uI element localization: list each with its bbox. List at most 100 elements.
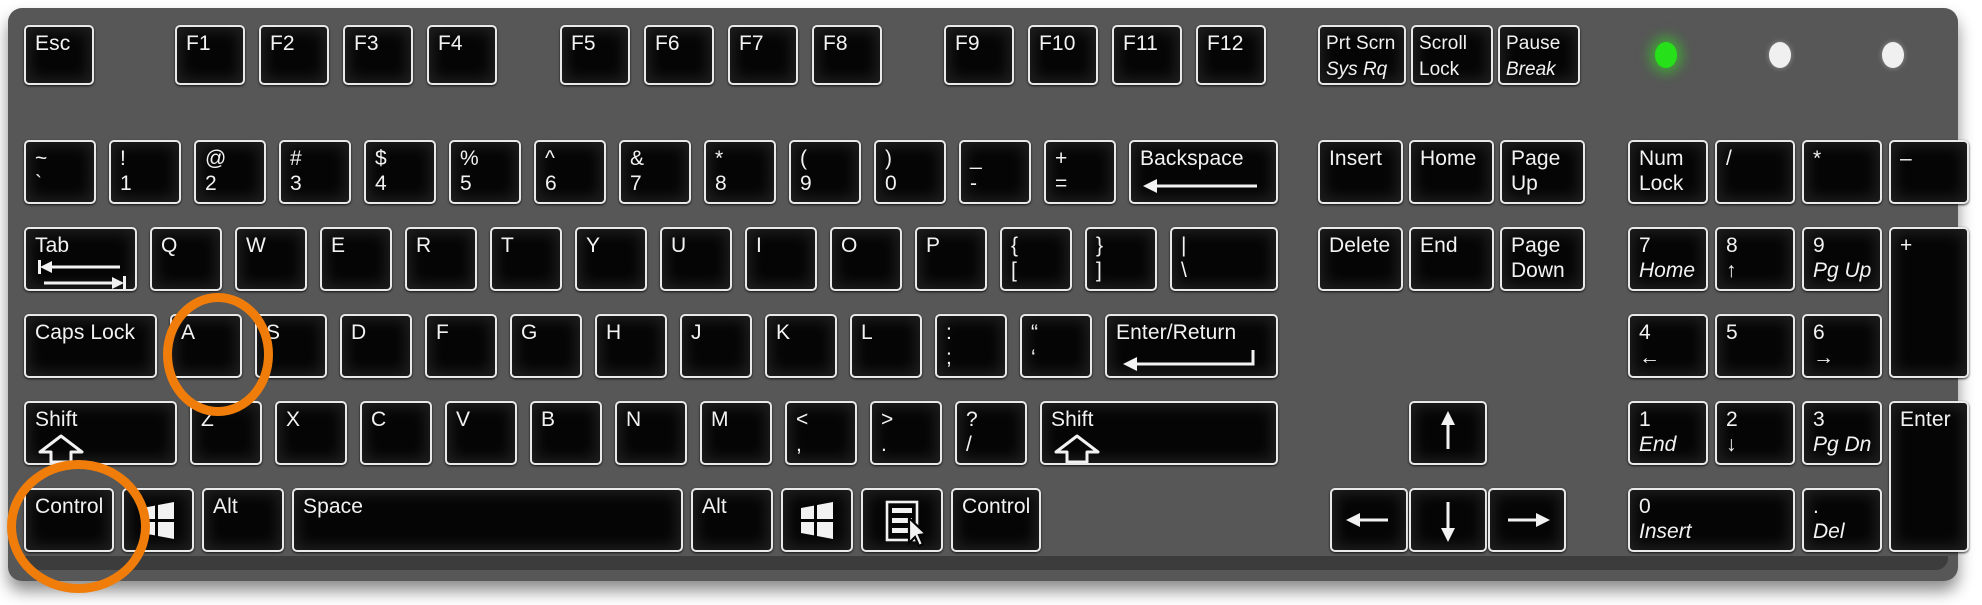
key-r[interactable]: R [405,227,477,291]
key-z[interactable]: Z [190,401,262,465]
key-f9[interactable]: F9 [944,25,1014,85]
key-f7[interactable]: F7 [728,25,798,85]
key-y[interactable]: Y [575,227,647,291]
key-g[interactable]: G [510,314,582,378]
key-c[interactable]: C [360,401,432,465]
key-f2[interactable]: F2 [259,25,329,85]
key-w[interactable]: W [235,227,307,291]
key-period[interactable]: > . [870,401,942,465]
key-i[interactable]: I [745,227,817,291]
key-numpad-2[interactable]: 2 ↓ [1715,401,1795,465]
key-numpad-4[interactable]: 4 ← [1628,314,1708,378]
key-windows-left[interactable] [122,488,194,552]
key-t[interactable]: T [490,227,562,291]
key-numpad-enter[interactable]: Enter [1889,401,1969,552]
key-left-bracket[interactable]: { [ [1000,227,1072,291]
key-b[interactable]: B [530,401,602,465]
key-a[interactable]: A [170,314,242,378]
key-arrow-down[interactable] [1409,488,1487,552]
key-6[interactable]: ^ 6 [534,140,606,204]
key-j[interactable]: J [680,314,752,378]
key-space[interactable]: Space [292,488,683,552]
key-f5[interactable]: F5 [560,25,630,85]
key-f4[interactable]: F4 [427,25,497,85]
key-windows-right[interactable] [781,488,853,552]
key-f12[interactable]: F12 [1196,25,1266,85]
key-minus[interactable]: _ - [959,140,1031,204]
key-page-down[interactable]: Page Down [1500,227,1585,291]
key-context-menu[interactable] [861,488,943,552]
key-numpad-0[interactable]: 0 Insert [1628,488,1795,552]
key-right-bracket[interactable]: } ] [1085,227,1157,291]
key-insert[interactable]: Insert [1318,140,1403,204]
key-f[interactable]: F [425,314,497,378]
key-slash[interactable]: ? / [955,401,1027,465]
key-m[interactable]: M [700,401,772,465]
key-equal[interactable]: + = [1044,140,1116,204]
key-s[interactable]: S [255,314,327,378]
key-numpad-multiply[interactable]: * [1802,140,1882,204]
key-esc[interactable]: Esc [24,25,94,85]
key-backspace[interactable]: Backspace [1129,140,1278,204]
key-1[interactable]: ! 1 [109,140,181,204]
key-numpad-7[interactable]: 7 Home [1628,227,1708,291]
key-numpad-1[interactable]: 1 End [1628,401,1708,465]
key-l[interactable]: L [850,314,922,378]
key-numpad-6[interactable]: 6 → [1802,314,1882,378]
key-numpad-9[interactable]: 9 Pg Up [1802,227,1882,291]
key-k[interactable]: K [765,314,837,378]
key-n[interactable]: N [615,401,687,465]
key-e[interactable]: E [320,227,392,291]
key-numpad-decimal[interactable]: . Del [1802,488,1882,552]
key-f8[interactable]: F8 [812,25,882,85]
key-print-screen[interactable]: Prt Scrn Sys Rq [1318,25,1406,85]
key-u[interactable]: U [660,227,732,291]
key-5[interactable]: % 5 [449,140,521,204]
key-3[interactable]: # 3 [279,140,351,204]
key-numpad-add[interactable]: + [1889,227,1969,378]
key-delete[interactable]: Delete [1318,227,1403,291]
key-9[interactable]: ( 9 [789,140,861,204]
key-backslash[interactable]: | \ [1170,227,1278,291]
key-8[interactable]: * 8 [704,140,776,204]
key-control-right[interactable]: Control [951,488,1041,552]
key-numpad-5[interactable]: 5 [1715,314,1795,378]
key-alt-left[interactable]: Alt [202,488,284,552]
key-d[interactable]: D [340,314,412,378]
key-alt-right[interactable]: Alt [691,488,773,552]
key-numpad-subtract[interactable]: – [1889,140,1969,204]
key-end[interactable]: End [1409,227,1494,291]
key-h[interactable]: H [595,314,667,378]
key-home[interactable]: Home [1409,140,1494,204]
key-7[interactable]: & 7 [619,140,691,204]
key-numpad-3[interactable]: 3 Pg Dn [1802,401,1882,465]
key-f6[interactable]: F6 [644,25,714,85]
key-v[interactable]: V [445,401,517,465]
key-numpad-divide[interactable]: / [1715,140,1795,204]
key-o[interactable]: O [830,227,902,291]
key-arrow-left[interactable] [1330,488,1408,552]
key-shift-right[interactable]: Shift [1040,401,1278,465]
key-4[interactable]: $ 4 [364,140,436,204]
key-enter[interactable]: Enter/Return [1105,314,1278,378]
key-backtick[interactable]: ~ ` [24,140,96,204]
key-0[interactable]: ) 0 [874,140,946,204]
key-f3[interactable]: F3 [343,25,413,85]
key-numpad-8[interactable]: 8 ↑ [1715,227,1795,291]
key-q[interactable]: Q [150,227,222,291]
key-num-lock[interactable]: Num Lock [1628,140,1708,204]
key-p[interactable]: P [915,227,987,291]
key-semicolon[interactable]: : ; [935,314,1007,378]
key-tab[interactable]: Tab [24,227,137,291]
key-arrow-right[interactable] [1488,488,1566,552]
key-page-up[interactable]: Page Up [1500,140,1585,204]
key-2[interactable]: @ 2 [194,140,266,204]
key-f10[interactable]: F10 [1028,25,1098,85]
key-quote[interactable]: “ ‘ [1020,314,1092,378]
key-f1[interactable]: F1 [175,25,245,85]
key-x[interactable]: X [275,401,347,465]
key-caps-lock[interactable]: Caps Lock [24,314,157,378]
key-scroll-lock[interactable]: Scroll Lock [1411,25,1493,85]
key-control-left[interactable]: Control [24,488,114,552]
key-pause-break[interactable]: Pause Break [1498,25,1580,85]
